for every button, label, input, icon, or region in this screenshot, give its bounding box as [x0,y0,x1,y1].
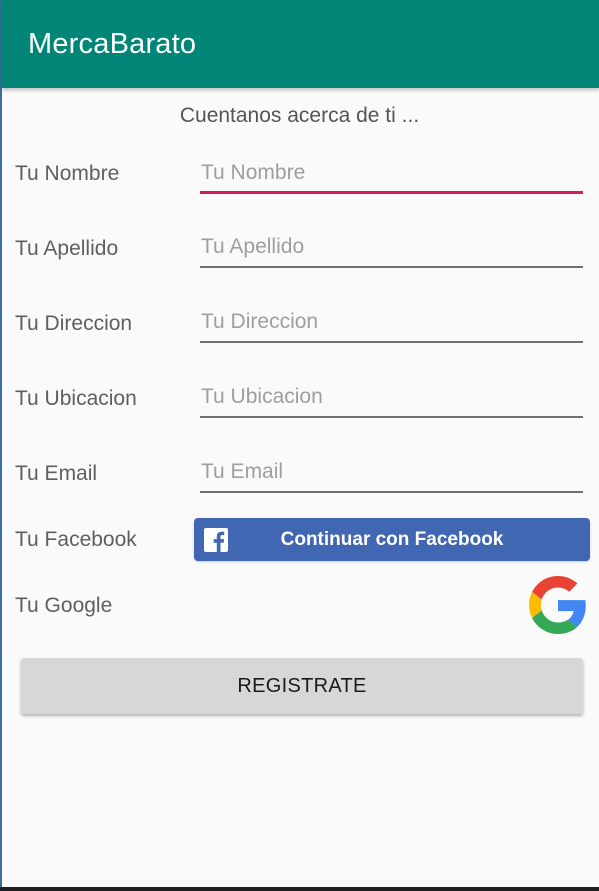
facebook-button-label: Continuar con Facebook [280,528,504,550]
app-bar: MercaBarato [2,0,599,88]
label-ubicacion: Tu Ubicacion [15,387,137,410]
window-bottom-edge [0,887,599,891]
direccion-input[interactable] [200,303,583,343]
email-input[interactable] [200,453,583,493]
label-apellido: Tu Apellido [15,237,119,260]
nombre-input[interactable] [200,154,583,194]
label-direccion: Tu Direccion [15,312,133,335]
ubicacion-input[interactable] [200,378,583,418]
label-facebook: Tu Facebook [15,528,137,551]
label-nombre: Tu Nombre [15,162,120,185]
facebook-login-button[interactable]: Continuar con Facebook [194,518,590,561]
label-email: Tu Email [15,462,98,485]
label-google: Tu Google [15,594,113,617]
register-button[interactable]: REGISTRATE [21,658,583,714]
app-title: MercaBarato [28,28,197,60]
facebook-icon [204,528,228,552]
google-signin-button[interactable] [529,576,587,634]
window-left-edge [0,0,2,891]
google-icon [529,576,586,634]
form-subtitle: Cuentanos acerca de ti ... [179,104,420,127]
apellido-input[interactable] [200,228,583,268]
